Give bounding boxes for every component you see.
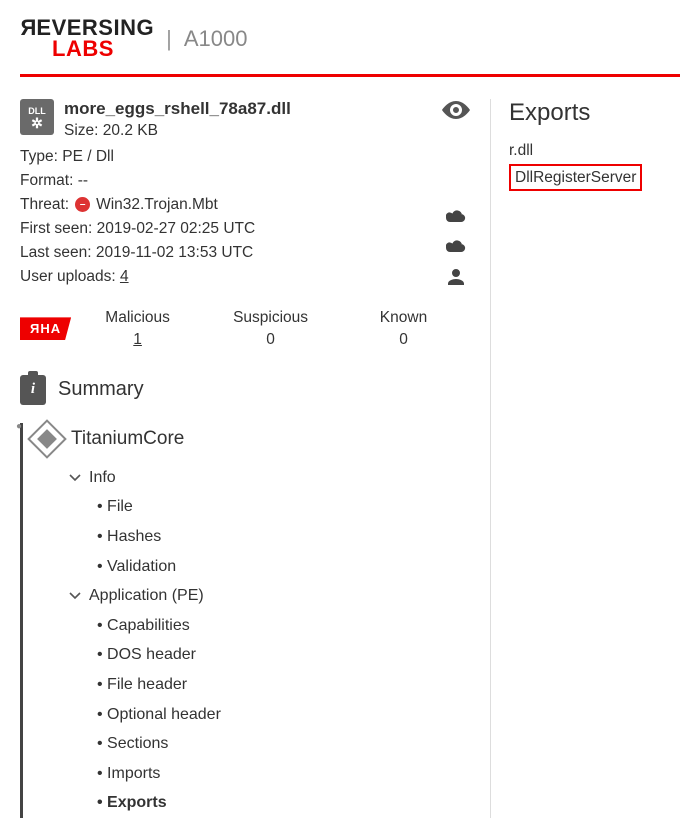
titaniumcore-title: TitaniumCore — [71, 428, 184, 450]
file-size: Size: 20.2 KB — [64, 119, 291, 143]
tree-group-application[interactable]: Application (PE) — [69, 581, 470, 611]
threat-icon: – — [75, 197, 90, 212]
file-first-seen: First seen: 2019-02-27 02:25 UTC — [20, 217, 470, 241]
rha-badge: ЯHA — [20, 317, 71, 340]
visibility-icon[interactable] — [442, 99, 470, 125]
file-type: Type: PE / Dll — [20, 145, 470, 169]
exports-panel: Exports r.dll DllRegisterServer — [490, 99, 680, 818]
app-header: REVERSING LABS | A1000 — [20, 18, 680, 74]
summary-title: Summary — [58, 378, 144, 401]
titaniumcore-row[interactable]: TitaniumCore — [27, 423, 470, 463]
user-uploads-icon — [448, 269, 464, 290]
file-user-uploads: User uploads: 4 — [20, 265, 470, 289]
exports-title: Exports — [509, 99, 680, 127]
tree-item-validation[interactable]: Validation — [97, 552, 470, 582]
tree-item-file[interactable]: File — [97, 492, 470, 522]
stats-row: ЯHA Malicious 1 Suspicious 0 Known 0 — [20, 309, 470, 349]
tree-block: TitaniumCore Info File Hashes Validation — [20, 423, 470, 818]
chevron-down-icon — [69, 467, 81, 489]
tree-item-hashes[interactable]: Hashes — [97, 522, 470, 552]
summary-header: i Summary — [20, 375, 470, 405]
file-threat: Threat: – Win32.Trojan.Mbt — [20, 193, 470, 217]
product-name: A1000 — [184, 26, 248, 52]
header-divider: | — [166, 26, 172, 52]
user-uploads-link[interactable]: 4 — [120, 268, 129, 285]
file-format: Format: -- — [20, 169, 470, 193]
tree-item-capabilities[interactable]: Capabilities — [97, 611, 470, 641]
chevron-down-icon — [69, 585, 81, 607]
brand-logo: REVERSING LABS — [20, 18, 154, 60]
stat-known[interactable]: Known 0 — [337, 309, 470, 349]
tree-item-file-header[interactable]: File header — [97, 670, 470, 700]
stat-malicious[interactable]: Malicious 1 — [71, 309, 204, 349]
file-name: more_eggs_rshell_78a87.dll — [64, 99, 291, 119]
tree-item-optional-header[interactable]: Optional header — [97, 700, 470, 730]
tree-item-exports[interactable]: Exports — [97, 788, 470, 818]
tree-item-dos-header[interactable]: DOS header — [97, 640, 470, 670]
file-header: DLL ✲ more_eggs_rshell_78a87.dll Size: 2… — [20, 99, 470, 289]
header-rule — [20, 74, 680, 77]
stat-suspicious[interactable]: Suspicious 0 — [204, 309, 337, 349]
diamond-icon — [27, 419, 67, 459]
tree-group-application-label: Application (PE) — [89, 581, 204, 611]
file-type-badge: DLL ✲ — [20, 99, 54, 135]
file-last-seen: Last seen: 2019-11-02 13:53 UTC — [20, 241, 470, 265]
tree-item-imports[interactable]: Imports — [97, 759, 470, 789]
cloud-last-seen-icon — [446, 239, 466, 257]
export-item[interactable]: r.dll — [509, 139, 680, 162]
gear-icon: ✲ — [31, 116, 43, 130]
export-item-highlighted[interactable]: DllRegisterServer — [509, 164, 642, 191]
tree-group-info-label: Info — [89, 463, 116, 493]
summary-icon: i — [20, 375, 46, 405]
tree-group-info[interactable]: Info — [69, 463, 470, 493]
cloud-first-seen-icon — [446, 209, 466, 227]
tree-item-sections[interactable]: Sections — [97, 729, 470, 759]
